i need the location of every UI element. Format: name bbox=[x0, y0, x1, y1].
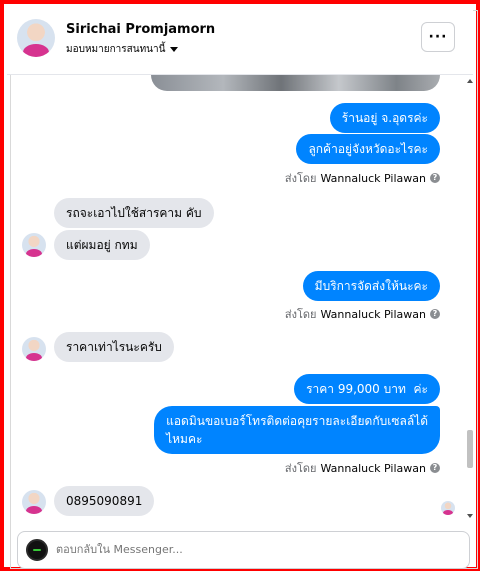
contact-avatar[interactable] bbox=[17, 19, 55, 57]
shared-photo-message[interactable] bbox=[151, 75, 440, 91]
sent-by-prefix: ส่งโดย bbox=[284, 308, 317, 321]
sent-by-prefix: ส่งโดย bbox=[284, 462, 317, 475]
sent-by-label: ส่งโดย Wannaluck Pilawan ? bbox=[285, 459, 440, 477]
reply-composer bbox=[17, 531, 470, 569]
chevron-down-icon bbox=[170, 47, 179, 52]
sender-avatar bbox=[22, 490, 46, 514]
sender-avatar bbox=[22, 233, 46, 257]
sent-by-sender: Wannaluck Pilawan bbox=[320, 171, 427, 185]
assign-conversation-label: มอบหมายการสนทนานี้ bbox=[66, 44, 166, 55]
scroll-down-arrow-icon[interactable] bbox=[467, 514, 473, 518]
outgoing-message[interactable]: แอดมินขอเบอร์โทรติดต่อคุยรายละเอียดกับเซ… bbox=[154, 406, 440, 454]
sent-by-label: ส่งโดย Wannaluck Pilawan ? bbox=[285, 169, 440, 187]
sent-by-sender: Wannaluck Pilawan bbox=[320, 461, 427, 475]
message-line: ไหมคะ bbox=[166, 432, 203, 446]
scroll-up-arrow-icon[interactable] bbox=[467, 79, 473, 83]
help-icon[interactable]: ? bbox=[430, 309, 440, 319]
scrollbar-thumb[interactable] bbox=[467, 430, 473, 468]
reply-input[interactable] bbox=[56, 543, 456, 556]
sent-by-prefix: ส่งโดย bbox=[284, 172, 317, 185]
sent-by-sender: Wannaluck Pilawan bbox=[320, 307, 427, 321]
incoming-message[interactable]: รถจะเอาไปใช้สารคาม คับ bbox=[54, 198, 214, 228]
conversation-header: Sirichai Promjamorn มอบหมายการสนทนานี้ ·… bbox=[7, 7, 473, 75]
incoming-message[interactable]: 0895090891 bbox=[54, 486, 155, 516]
sent-by-label: ส่งโดย Wannaluck Pilawan ? bbox=[285, 305, 440, 323]
help-icon[interactable]: ? bbox=[430, 463, 440, 473]
help-icon[interactable]: ? bbox=[430, 173, 440, 183]
contact-name[interactable]: Sirichai Promjamorn bbox=[66, 22, 215, 37]
outgoing-message[interactable]: ร้านอยู่ จ.อุดรค่ะ bbox=[329, 103, 440, 133]
page-logo-icon bbox=[26, 539, 48, 561]
seen-receipt-avatar bbox=[441, 501, 455, 515]
outgoing-message[interactable]: ราคา 99,000 บาท ค่ะ bbox=[294, 374, 440, 404]
message-line: แอดมินขอเบอร์โทรติดต่อคุยรายละเอียดกับเซ… bbox=[166, 414, 428, 428]
assign-conversation-dropdown[interactable]: มอบหมายการสนทนานี้ bbox=[66, 42, 179, 57]
outgoing-message[interactable]: มีบริการจัดส่งให้นะคะ bbox=[302, 271, 440, 301]
incoming-message[interactable]: ราคาเท่าไรนะครับ bbox=[54, 332, 174, 362]
message-scrollbar[interactable] bbox=[465, 75, 474, 520]
more-options-button[interactable]: ··· bbox=[421, 22, 455, 52]
incoming-message[interactable]: แต่ผมอยู่ กทม bbox=[54, 230, 150, 260]
sender-avatar bbox=[22, 337, 46, 361]
outgoing-message[interactable]: ลูกค้าอยู่จังหวัดอะไรคะ bbox=[296, 134, 440, 164]
